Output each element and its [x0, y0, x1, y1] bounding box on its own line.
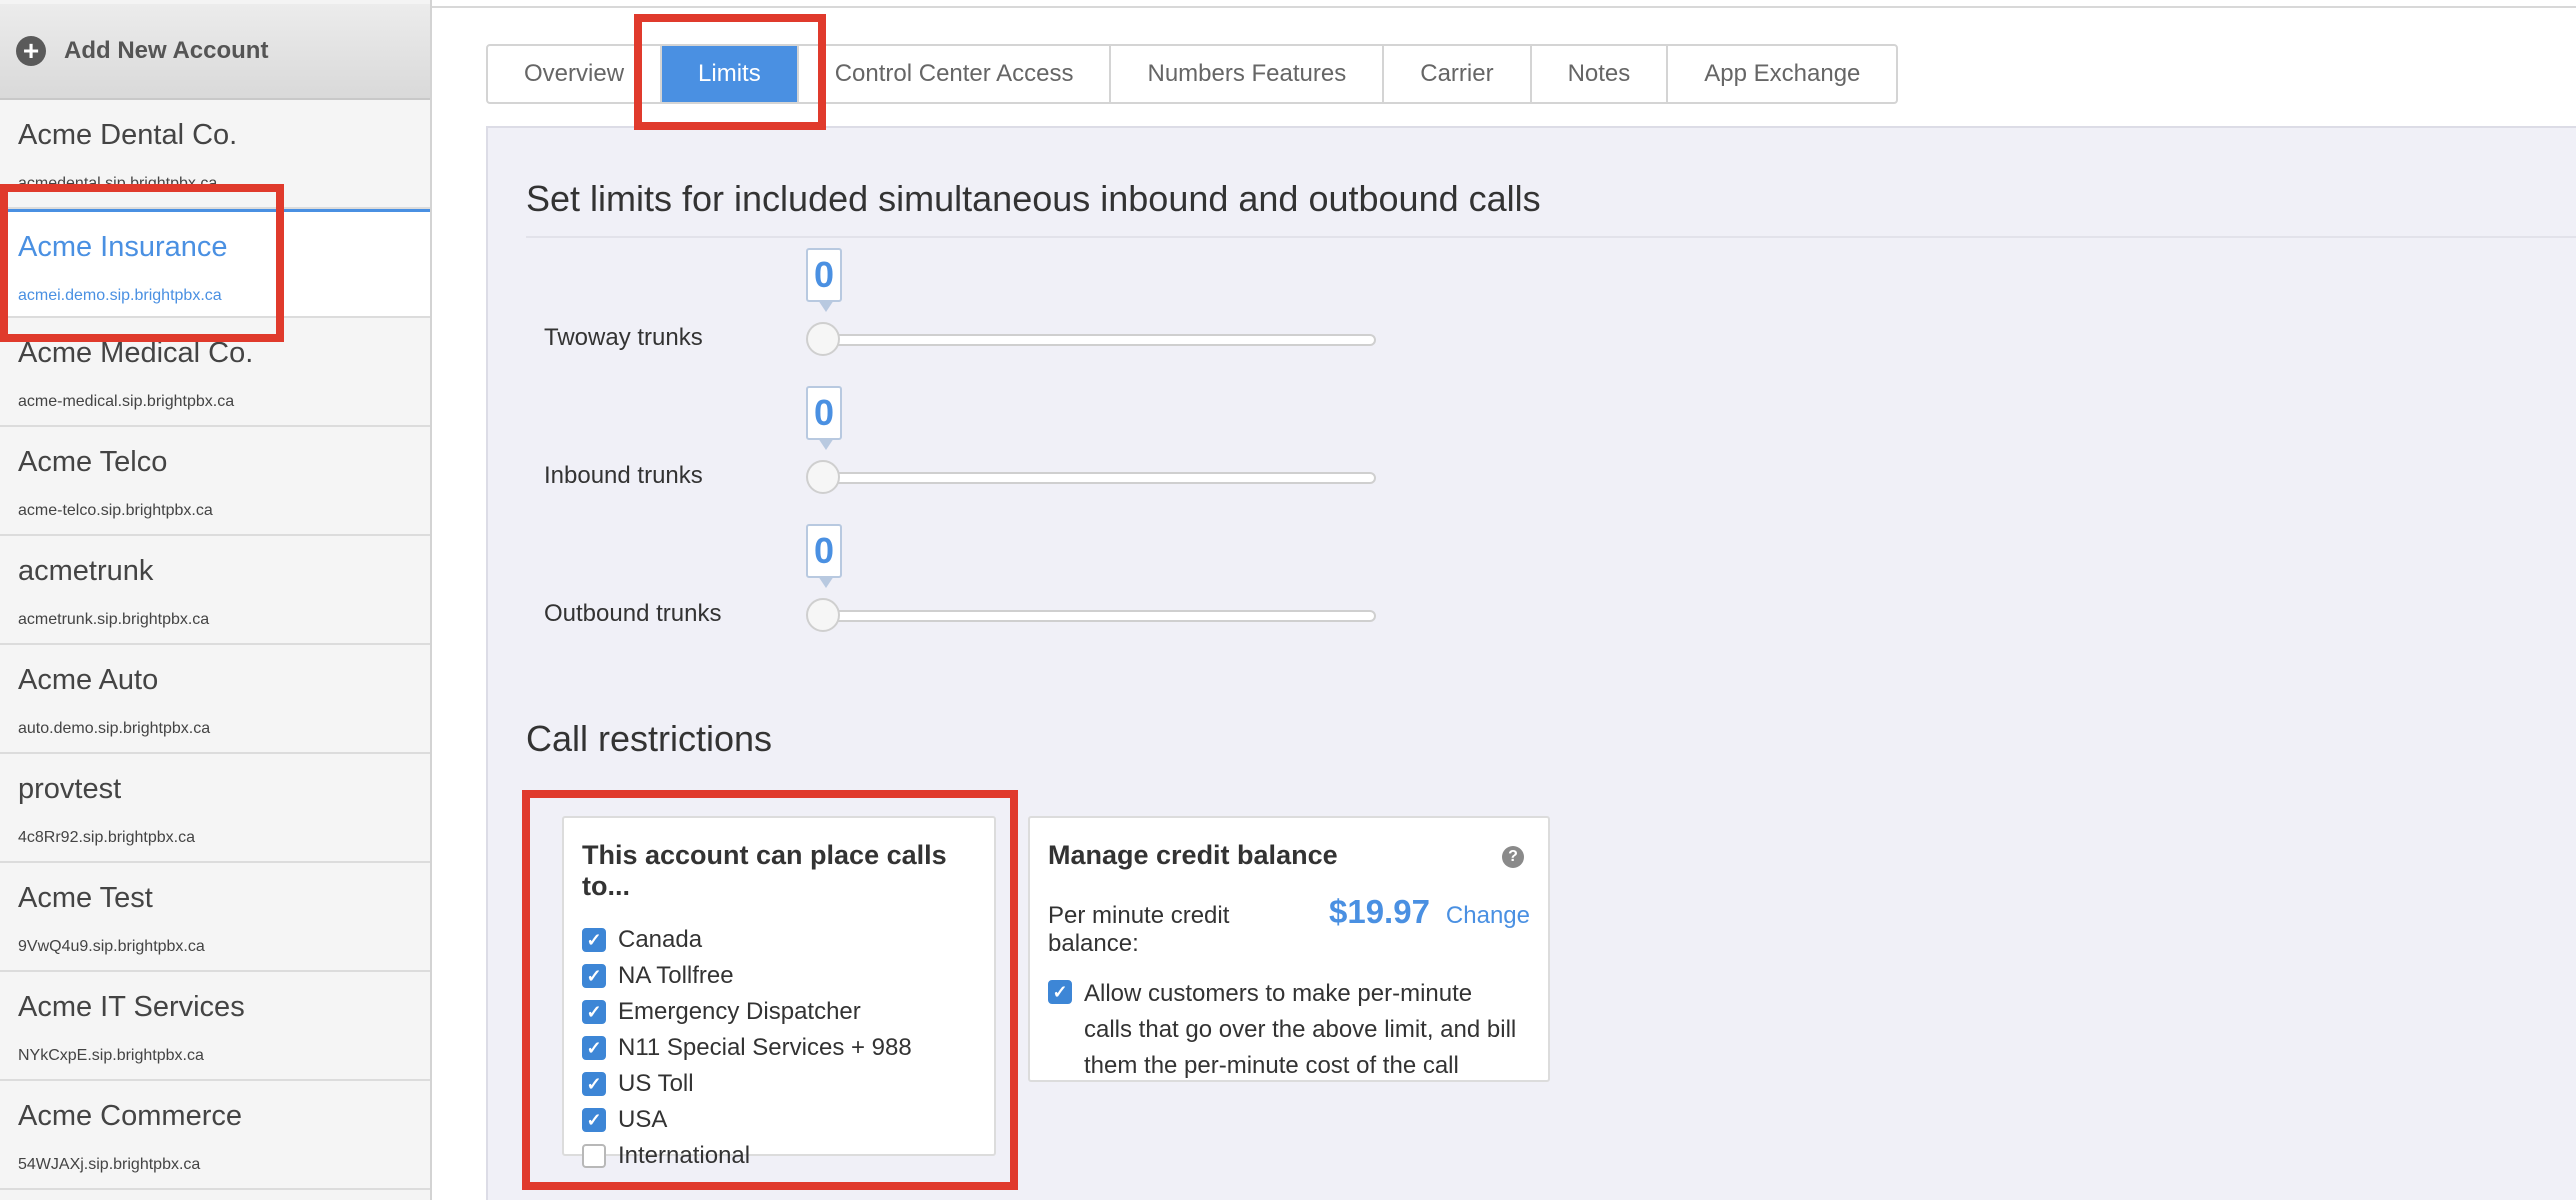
- account-host: auto.demo.sip.brightpbx.ca: [18, 719, 211, 737]
- call-destination-option[interactable]: ✓ Emergency Dispatcher: [582, 994, 976, 1030]
- call-destination-option[interactable]: ✓ N11 Special Services + 988: [582, 1030, 976, 1066]
- add-new-account-button[interactable]: + Add New Account: [0, 4, 430, 100]
- tab-notes[interactable]: Notes: [1532, 46, 1669, 102]
- account-host: 54WJAXj.sip.brightpbx.ca: [18, 1155, 201, 1173]
- call-destinations-title: This account can place calls to...: [582, 840, 947, 901]
- account-name: provtest: [18, 773, 122, 805]
- call-destination-option[interactable]: ✓ USA: [582, 1102, 976, 1138]
- account-host: acmei.demo.sip.brightpbx.ca: [18, 286, 222, 304]
- call-restrictions-title: Call restrictions: [526, 718, 773, 759]
- account-name: Acme Auto: [18, 664, 159, 696]
- account-name: Acme Test: [18, 882, 153, 914]
- call-destination-checkbox[interactable]: ✓: [582, 1036, 606, 1060]
- tab-overview[interactable]: Overview: [488, 46, 663, 102]
- account-name: Acme Medical Co.: [18, 337, 254, 369]
- trunk-slider-row: Twoway trunks 0: [544, 248, 1376, 368]
- credit-balance-line: Per minute credit balance: $19.97 Change: [1048, 893, 1530, 958]
- trunk-slider-value: 0: [806, 248, 842, 312]
- call-destination-label: International: [618, 1142, 751, 1169]
- trunk-slider-handle[interactable]: [806, 598, 840, 632]
- account-host: acmetrunk.sip.brightpbx.ca: [18, 610, 210, 628]
- account-name: Acme Commerce: [18, 1100, 242, 1132]
- top-divider: [432, 0, 2576, 8]
- call-destination-label: N11 Special Services + 988: [618, 1034, 912, 1061]
- account-list: Acme Dental Co. acmedental.sip.brightpbx.…: [0, 100, 430, 1190]
- credit-balance-value: $19.97: [1328, 893, 1430, 930]
- account-name: Acme Dental Co.: [18, 119, 238, 151]
- account-host: 9VwQ4u9.sip.brightpbx.ca: [18, 937, 205, 955]
- call-destination-checkbox[interactable]: ✓: [582, 964, 606, 988]
- account-name: Acme Insurance: [18, 231, 228, 263]
- account-host: acmedental.sip.brightpbx.ca: [18, 174, 218, 192]
- trunk-slider-value: 0: [806, 386, 842, 450]
- allow-overage-label: Allow customers to make per-minute calls…: [1084, 980, 1517, 1079]
- call-destination-label: Emergency Dispatcher: [618, 998, 861, 1025]
- trunk-slider-track[interactable]: [820, 334, 1376, 346]
- tab-carrier[interactable]: Carrier: [1384, 46, 1532, 102]
- account-name: Acme Telco: [18, 446, 168, 478]
- tab-app-exchange[interactable]: App Exchange: [1668, 46, 1896, 102]
- account-item[interactable]: Acme Dental Co. acmedental.sip.brightpbx.…: [0, 100, 430, 209]
- call-destination-label: USA: [618, 1106, 668, 1133]
- allow-overage-option[interactable]: ✓ Allow customers to make per-minute cal…: [1048, 976, 1530, 1084]
- call-destination-label: NA Tollfree: [618, 962, 734, 989]
- account-sidebar: + Add New Account Acme Dental Co. acmeden…: [0, 0, 432, 1200]
- call-destination-label: US Toll: [618, 1070, 694, 1097]
- account-item[interactable]: Acme Test 9VwQ4u9.sip.brightpbx.ca: [0, 863, 430, 972]
- call-destination-checkbox[interactable]: ✓: [582, 928, 606, 952]
- trunk-slider-track[interactable]: [820, 472, 1376, 484]
- limits-section-divider: [526, 236, 2576, 238]
- credit-balance-label: Per minute credit balance:: [1048, 902, 1230, 957]
- account-item[interactable]: Acme Insurance acmei.demo.sip.brightpbx.c…: [0, 209, 430, 318]
- call-destination-option[interactable]: ✓ Canada: [582, 922, 976, 958]
- account-item[interactable]: Acme Auto auto.demo.sip.brightpbx.ca: [0, 645, 430, 754]
- trunk-slider-label: Inbound trunks: [544, 462, 703, 489]
- account-host: 4c8Rr92.sip.brightpbx.ca: [18, 828, 195, 846]
- plus-circle-icon: +: [16, 36, 46, 66]
- account-item[interactable]: acmetrunk acmetrunk.sip.brightpbx.ca: [0, 536, 430, 645]
- trunk-slider-row: Outbound trunks 0: [544, 524, 1376, 644]
- call-destination-option[interactable]: International: [582, 1138, 976, 1174]
- account-host: acme-medical.sip.brightpbx.ca: [18, 392, 235, 410]
- account-host: NYkCxpE.sip.brightpbx.ca: [18, 1046, 204, 1064]
- account-name: Acme IT Services: [18, 991, 245, 1023]
- account-item[interactable]: Acme Medical Co. acme-medical.sip.brightp…: [0, 318, 430, 427]
- change-credit-link[interactable]: Change: [1446, 902, 1530, 930]
- add-new-account-label: Add New Account: [64, 37, 269, 64]
- trunk-slider-label: Twoway trunks: [544, 324, 703, 351]
- call-destination-checkbox[interactable]: ✓: [582, 1000, 606, 1024]
- help-icon[interactable]: ?: [1502, 846, 1524, 868]
- account-item[interactable]: provtest 4c8Rr92.sip.brightpbx.ca: [0, 754, 430, 863]
- account-tabs: Overview Limits Control Center Access Numbe…: [486, 44, 1899, 104]
- account-item[interactable]: Acme Commerce 54WJAXj.sip.brightpbx.ca: [0, 1081, 430, 1190]
- allow-overage-checkbox[interactable]: ✓: [1048, 980, 1072, 1004]
- trunk-slider-row: Inbound trunks 0: [544, 386, 1376, 506]
- credit-balance-card: Manage credit balance ? Per minute credi…: [1028, 816, 1550, 1082]
- call-destination-checkbox[interactable]: ✓: [582, 1072, 606, 1096]
- tab-limits[interactable]: Limits: [662, 46, 799, 102]
- tab-numbers-features[interactable]: Numbers Features: [1111, 46, 1385, 102]
- call-destination-checkbox[interactable]: [582, 1144, 606, 1168]
- account-host: acme-telco.sip.brightpbx.ca: [18, 501, 213, 519]
- account-item[interactable]: Acme IT Services NYkCxpE.sip.brightpbx.ca: [0, 972, 430, 1081]
- trunk-slider-handle[interactable]: [806, 460, 840, 494]
- call-destinations-card: This account can place calls to... ✓ Cana…: [562, 816, 996, 1169]
- call-destination-label: Canada: [618, 926, 703, 953]
- account-name: acmetrunk: [18, 555, 154, 587]
- account-item[interactable]: Acme Telco acme-telco.sip.brightpbx.ca: [0, 427, 430, 536]
- limits-section-title: Set limits for included simultaneous inb…: [526, 178, 1541, 219]
- tab-control-center-access[interactable]: Control Center Access: [799, 46, 1112, 102]
- call-destination-checkbox[interactable]: ✓: [582, 1108, 606, 1132]
- trunk-slider-handle[interactable]: [806, 322, 840, 356]
- call-destination-option[interactable]: ✓ NA Tollfree: [582, 958, 976, 994]
- trunk-slider-value: 0: [806, 524, 842, 588]
- trunk-slider-label: Outbound trunks: [544, 600, 722, 627]
- limits-panel: Set limits for included simultaneous inb…: [486, 126, 2576, 1200]
- trunk-slider-track[interactable]: [820, 610, 1376, 622]
- credit-balance-title: Manage credit balance: [1048, 840, 1338, 870]
- call-destination-option[interactable]: ✓ US Toll: [582, 1066, 976, 1102]
